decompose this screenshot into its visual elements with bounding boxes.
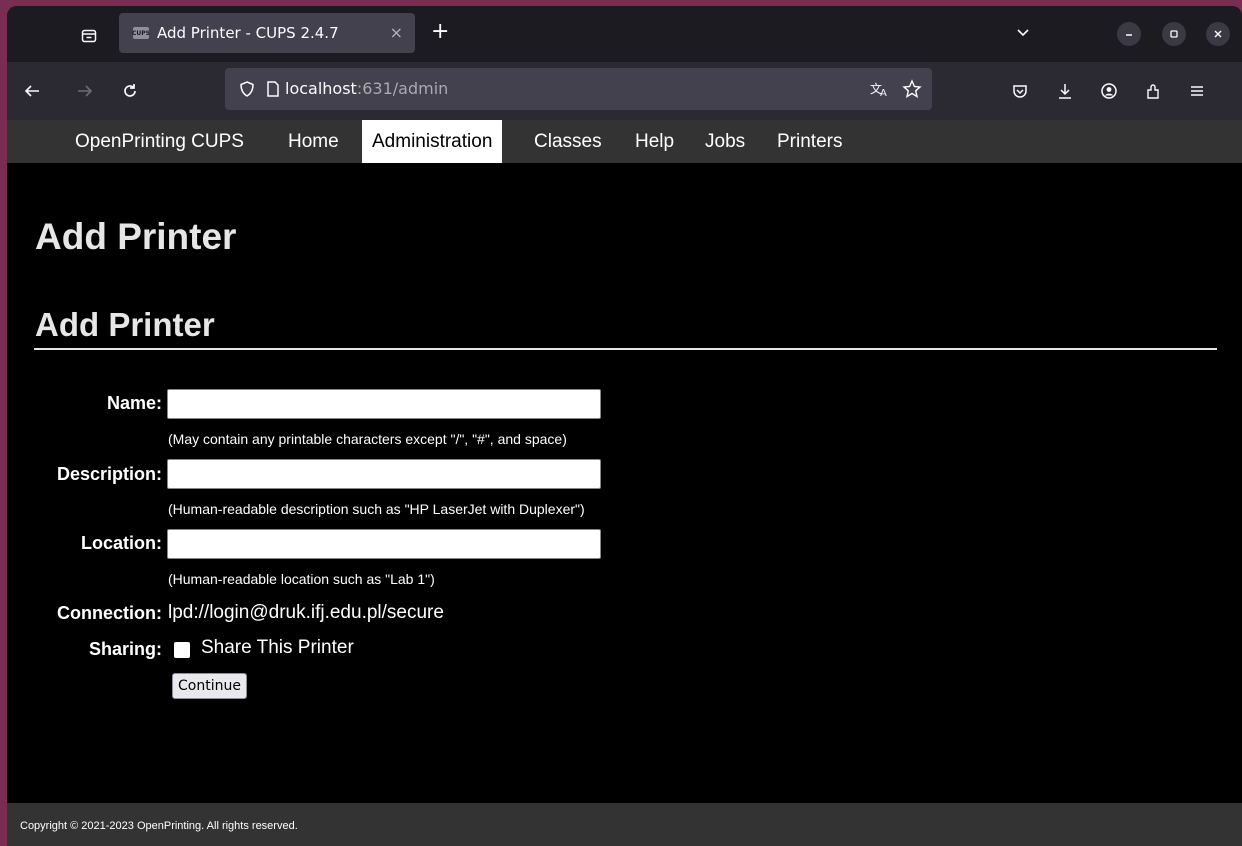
cups-favicon-icon: CUPS	[132, 27, 150, 39]
bookmark-star-icon[interactable]	[900, 77, 924, 101]
url-path: :631/admin	[356, 79, 449, 98]
cups-navigation: OpenPrinting CUPS Home Administration Cl…	[7, 120, 1242, 163]
nav-help[interactable]: Help	[625, 120, 684, 163]
svg-text:A: A	[880, 88, 887, 98]
shield-icon[interactable]	[235, 77, 259, 101]
tab-title: Add Printer - CUPS 2.4.7	[157, 24, 339, 42]
tab-strip: CUPS Add Printer - CUPS 2.4.7 × +	[7, 6, 1242, 62]
page-content: Add Printer Add Printer Name: (May conta…	[7, 163, 1242, 803]
location-input[interactable]	[167, 529, 601, 559]
nav-printers[interactable]: Printers	[767, 120, 852, 163]
chevron-down-icon[interactable]	[1013, 22, 1033, 42]
share-printer-label[interactable]: Share This Printer	[201, 637, 354, 659]
nav-jobs[interactable]: Jobs	[695, 120, 755, 163]
location-hint: (Human-readable location such as "Lab 1"…	[168, 571, 435, 587]
location-label: Location:	[81, 533, 162, 553]
url-host: localhost	[285, 79, 357, 98]
name-label: Name:	[106, 393, 162, 413]
extensions-icon[interactable]	[1142, 79, 1166, 103]
section-divider	[34, 348, 1217, 350]
new-tab-icon[interactable]: +	[431, 20, 449, 44]
close-window-icon[interactable]	[1206, 22, 1230, 46]
url-text: localhost:631/admin	[285, 79, 448, 98]
nav-home[interactable]: Home	[278, 120, 349, 163]
account-icon[interactable]	[1097, 79, 1121, 103]
footer-copyright: Copyright © 2021-2023 OpenPrinting. All …	[7, 803, 1242, 846]
minimize-icon[interactable]	[1117, 22, 1141, 46]
connection-value: lpd://login@druk.ifj.edu.pl/secure	[168, 602, 444, 623]
name-input[interactable]	[167, 389, 601, 419]
pocket-icon[interactable]	[1008, 79, 1032, 103]
tab-list-icon[interactable]	[71, 20, 107, 52]
name-hint: (May contain any printable characters ex…	[168, 431, 567, 447]
nav-classes[interactable]: Classes	[524, 120, 612, 163]
reload-icon[interactable]	[118, 79, 142, 103]
share-printer-checkbox[interactable]	[174, 642, 190, 658]
back-icon[interactable]	[20, 79, 44, 103]
browser-window: CUPS Add Printer - CUPS 2.4.7 × + localh…	[7, 6, 1242, 846]
continue-button[interactable]: Continue	[172, 673, 247, 699]
sharing-label: Sharing:	[88, 639, 162, 659]
forward-icon[interactable]	[73, 79, 97, 103]
page-title: Add Printer	[35, 216, 237, 257]
description-input[interactable]	[167, 459, 601, 489]
maximize-icon[interactable]	[1162, 22, 1186, 46]
description-label: Description:	[56, 464, 162, 484]
browser-toolbar: localhost:631/admin 文A	[7, 62, 1242, 120]
tab-close-icon[interactable]: ×	[390, 23, 403, 42]
section-title: Add Printer	[35, 306, 215, 343]
menu-icon[interactable]	[1185, 79, 1209, 103]
address-bar[interactable]: localhost:631/admin 文A	[225, 68, 932, 110]
translate-icon[interactable]: 文A	[868, 77, 892, 101]
connection-label: Connection:	[57, 603, 162, 623]
nav-openprinting-cups[interactable]: OpenPrinting CUPS	[65, 120, 254, 163]
browser-tab[interactable]: CUPS Add Printer - CUPS 2.4.7 ×	[119, 13, 415, 53]
page-info-icon[interactable]	[261, 77, 285, 101]
download-icon[interactable]	[1053, 79, 1077, 103]
description-hint: (Human-readable description such as "HP …	[168, 501, 585, 517]
nav-administration[interactable]: Administration	[362, 120, 503, 163]
